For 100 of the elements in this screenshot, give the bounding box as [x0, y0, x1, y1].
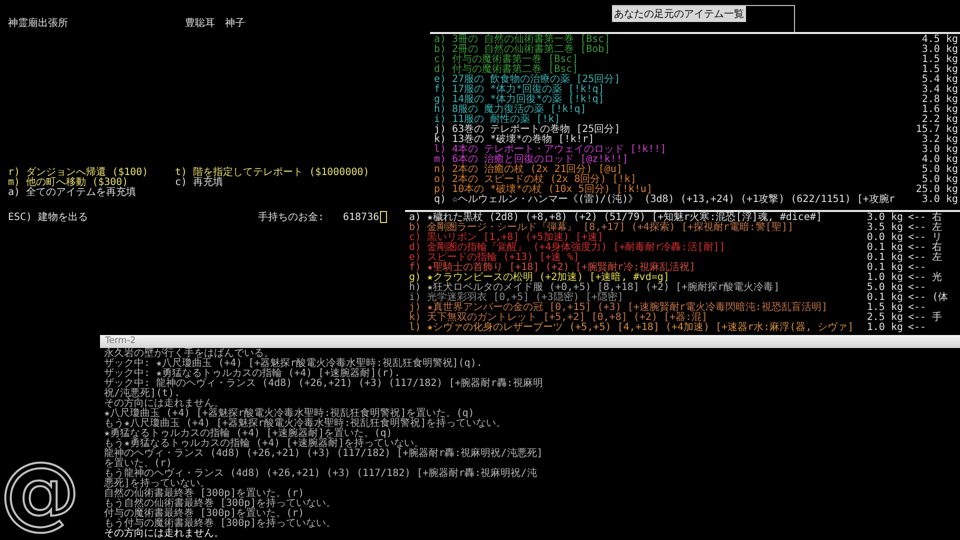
item-weight: 4.0 kg	[920, 155, 958, 165]
item-name: e) スピードの指輪 (+13) [+速 %]	[409, 253, 580, 263]
window-title: あなたの足元のアイテム一覧	[612, 6, 746, 22]
item-weight: 5.0 kg	[920, 165, 958, 175]
item-name: c) 黒いリボン [1,+8] (+5加速) [+速]	[409, 233, 604, 243]
log-line: 悪死]を持っていない。	[104, 479, 210, 489]
item-name: l) 4本の テレポート・アウェイのロッド [!k!!]	[434, 145, 668, 155]
item-weight: 1.6 kg	[920, 105, 958, 115]
item-weight: 3.0 kg	[920, 195, 958, 205]
log-line: ザック中: 龍神のヘヴィ・ランス (4d8) (+26,+21) (+3) (117/182) [+腕器耐r轟:視麻明	[104, 379, 544, 389]
slot-label: <-- 右	[907, 243, 944, 253]
log-line: 自然の仙術書最終巻 [300p]を置いた。(r)	[104, 489, 306, 499]
log-line: ★勇猛なるトゥルカスの指輪 (+4) [+速腕器耐]を置いた。(q)	[104, 429, 394, 439]
money-amount: 618736	[343, 212, 380, 222]
log-line: もう★八尺瓊曲玉 (+4) [+器魅探r酸電火冷毒水聖時:視乱狂食明警祝]を持っていない。	[104, 419, 508, 429]
item-name: q) ☆ヘルウェルン・ハンマー《(雷)/(沌)》 (3d8) (+13,+24) (+1攻撃) (622/1151) [+攻腕r	[434, 195, 896, 205]
item-name: h) 8服の 魔力復活の薬 [!k!q]	[434, 105, 586, 115]
exit-option[interactable]: ESC) 建物を出る	[8, 210, 258, 224]
item-name: b) 2冊の 自然の仙術書第二巻 [Bob]	[434, 45, 612, 55]
item-weight: 0.0 kg	[866, 233, 903, 243]
item-name: d) 金剛圏の指輪『覚醒』 (+4身体強度力) [+耐毒耐r冷轟:活[耐]]	[409, 243, 726, 253]
item-weight: 3.2 kg	[920, 135, 958, 145]
slot-label: <--	[907, 263, 928, 273]
text-cursor	[380, 211, 388, 223]
item-weight: 2.5 kg	[866, 313, 903, 323]
log-line: もう★勇猛なるトゥルカスの指輪 (+4) [+速腕器耐]を持っていない。	[104, 439, 424, 449]
menu-option[interactable]: t) 階を指定してテレポート ($1000000)	[175, 168, 370, 178]
log-line: 龍神のヘヴィ・ランス (4d8) (+26,+21) (+3) (117/182) [+腕器耐r轟:視麻明祝/沌悪死]	[104, 449, 544, 459]
item-weight: 3.0 kg	[866, 213, 903, 223]
item-weight: 0.1 kg	[866, 293, 903, 303]
slot-label: <--	[907, 303, 928, 313]
item-name: m) 6本の 治癒と回復のロッド [@z!k!!]	[434, 155, 630, 165]
item-weight: 1.5 kg	[866, 303, 903, 313]
item-weight: 2.2 kg	[922, 115, 958, 125]
item-weight: 25.0 kg	[914, 185, 958, 195]
slot-label: <-- 手	[907, 313, 944, 323]
log-line: もう自然の仙術書最終巻 [300p]を持っていない。	[104, 499, 338, 509]
item-name: f) 17服の *体力*回復の薬 [!k!q]	[434, 85, 606, 95]
item-name: d) 付与の魔術書第二巻 [Bsc]	[434, 65, 578, 75]
money-label: 手持ちのお金:	[258, 210, 326, 224]
shop-name: 神霊廟出張所	[8, 16, 69, 30]
slot-label: <-- 光	[907, 273, 944, 283]
item-weight: 4.5 kg	[920, 35, 958, 45]
log-line: 永久岩の壁が行く手をはばんでいる。	[104, 349, 274, 359]
item-name: j) 63巻の テレポートの巻物 [25回分]	[434, 125, 622, 135]
menu-option[interactable]: m) 他の町へ移動 ($300)	[8, 178, 128, 188]
item-weight: 0.1 kg	[866, 263, 903, 273]
window-title: Term-2	[100, 335, 960, 348]
slot-label: <-- 左	[907, 223, 944, 233]
item-weight: 15.7 kg	[914, 125, 958, 135]
item-name: f) ★聖騎士の首飾り [+18] (+2) [+腕賢耐r冷:視麻乱活祝]	[409, 263, 696, 273]
log-line: を置いた。(r)	[104, 459, 172, 469]
slot-label: <-- 左	[907, 253, 944, 263]
item-weight: 3.0 kg	[920, 145, 958, 155]
item-name: o) 2本の スピードの杖 (2x 8回分) [!k]	[434, 175, 636, 185]
menu-option[interactable]: c) 再充填	[175, 178, 224, 188]
menu-option[interactable]: r) ダンジョンへ帰還 ($100)	[8, 168, 148, 178]
slot-label: <--	[907, 283, 928, 293]
item-weight: 1.0 kg	[866, 323, 903, 333]
item-name: c) 付与の魔術書第一巻 [Bsc]	[434, 55, 580, 65]
item-name: b) 金剛圏ラージ・シールド『弾幕』 [8,+17] (+4探索) [+探視耐r電暗:警[聖]]	[409, 223, 794, 233]
item-name: l) ★シヴァの化身のレザーブーツ (+5,+5) [4,+18] (+4加速) [+速器r水:麻浮(器, シヴァ]	[409, 323, 855, 333]
shopkeeper-name: 豊聡耳 神子	[185, 16, 245, 30]
item-weight: 3.4 kg	[920, 85, 958, 95]
item-name: p) 10本の *破壊*の杖 (10x 5回分) [!k!u]	[434, 185, 652, 195]
item-weight: 1.0 kg	[866, 273, 903, 283]
item-name: a) ★穢れた黒杖 (2d8) (+8,+8) (+2) (51/79) [+知魅r火寒:混恐[浮]魂, #dice#]	[409, 213, 823, 223]
log-line: もう付与の魔術書最終巻 [300p]を持っていない。	[104, 519, 338, 529]
item-weight: 5.4 kg	[920, 75, 958, 85]
log-line: もう龍神のヘヴィ・ランス (4d8) (+26,+21) (+3) (117/182) [+腕器耐r轟:視麻明祝/沌	[104, 469, 538, 479]
menu-option[interactable]: a) 全てのアイテムを再充填	[8, 188, 136, 198]
item-name: a) 3冊の 自然の仙術書第一巻 [Bsc]	[434, 35, 612, 45]
log-line: その方向には走れません。	[104, 399, 224, 409]
item-weight: 0.1 kg	[866, 243, 903, 253]
at-sign-logo: @	[0, 448, 80, 536]
slot-label: <-- (体	[907, 293, 950, 303]
log-line: ザック中: ★勇猛なるトゥルカスの指輪 (+4) [+速腕器耐](r).	[104, 369, 400, 379]
item-weight: 1.5 kg	[920, 65, 958, 75]
item-name: k) 13巻の *破壊*の巻物 [!k!r]	[434, 135, 596, 145]
slot-label: <--	[907, 323, 928, 333]
item-weight: 2.8 kg	[920, 95, 958, 105]
log-line: 付与の魔術書最終巻 [300p]を置いた。(r)	[104, 509, 306, 519]
item-weight: 3.5 kg	[866, 223, 903, 233]
item-name: e) 27服の 飲食物の治療の薬 [25回分]	[434, 75, 622, 85]
item-name: k) 天下無双のガントレット [+5,+2] [0,+8] (+2) [+器:混]	[409, 313, 709, 323]
item-weight: 1.5 kg	[920, 55, 958, 65]
item-name: i) 光学迷彩羽衣 [0,+5] (+3隠密) [+隠密]	[409, 293, 624, 303]
log-line: ザック中: ★八尺瓊曲玉 (+4) [+器魅探r酸電火冷毒水聖時:視乱狂食明警祝](q).	[104, 359, 484, 369]
item-name: n) 2本の 治癒の杖 (2x 21回分) [@u]	[434, 165, 622, 175]
item-name: j) ★真世界アンバーの金の冠 [0,+15] (+3) [+速腕賢耐r電火冷毒閃暗沌:視恐乱盲活明]	[409, 303, 828, 313]
log-line: 祝/沌悪死](t).	[104, 389, 180, 399]
item-name: g) ★クラウンピースの松明 (+2加速) [+速暗, #vd=g]	[409, 273, 670, 283]
item-name: i) 11服の 耐性の薬 [!k]	[434, 115, 560, 125]
item-name: g) 14服の *体力回復*の薬 [!k!q]	[434, 95, 606, 105]
slot-label: <-- リ	[907, 233, 944, 243]
log-line: その方向には走れません。	[104, 529, 224, 539]
item-name: h) ★狂犬ロベルタのメイド服 (+0,+5) [8,+18] (+2) [+腕耐探r酸電火冷毒]	[409, 283, 781, 293]
item-weight: 0.1 kg	[866, 253, 903, 263]
log-line: ★八尺瓊曲玉 (+4) [+器魅探r酸電火冷毒水聖時:視乱狂食明警祝]を置いた。(q)	[104, 409, 476, 419]
item-weight: 5.0 kg	[922, 175, 958, 185]
